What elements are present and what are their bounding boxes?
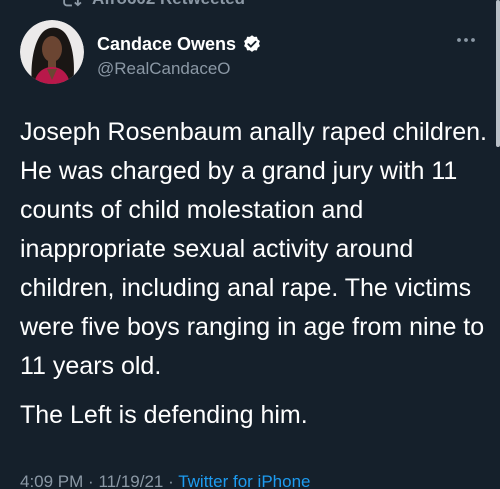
more-options-icon[interactable] [452, 30, 480, 50]
avatar[interactable] [20, 20, 84, 84]
tweet-time[interactable]: 4:09 PM [20, 472, 83, 489]
scrollbar[interactable] [496, 0, 500, 147]
tweet-text: Joseph Rosenbaum anally raped children. … [20, 113, 488, 435]
tweet-source-link[interactable]: Twitter for iPhone [178, 472, 310, 489]
author-name[interactable]: Candace Owens [97, 34, 236, 55]
author-block[interactable]: Candace Owens @RealCandaceO [97, 33, 262, 79]
tweet-paragraph: Joseph Rosenbaum anally raped children. … [20, 118, 487, 380]
tweet-paragraph: The Left is defending him. [20, 401, 308, 429]
tweet-metadata: 4:09 PM · 11/19/21 · Twitter for iPhone [20, 472, 310, 489]
meta-separator: · [168, 472, 174, 489]
retweet-context[interactable]: Afro602 Retweeted [60, 0, 245, 11]
meta-separator: · [88, 472, 94, 489]
verified-badge-icon [242, 34, 262, 54]
author-handle[interactable]: @RealCandaceO [97, 59, 262, 79]
tweet-date[interactable]: 11/19/21 [98, 472, 163, 489]
retweet-context-text: Afro602 Retweeted [92, 0, 245, 9]
author-name-row: Candace Owens [97, 33, 262, 55]
tweet-screen: Afro602 Retweeted Candace Owens [0, 0, 500, 489]
retweet-icon [60, 0, 82, 10]
